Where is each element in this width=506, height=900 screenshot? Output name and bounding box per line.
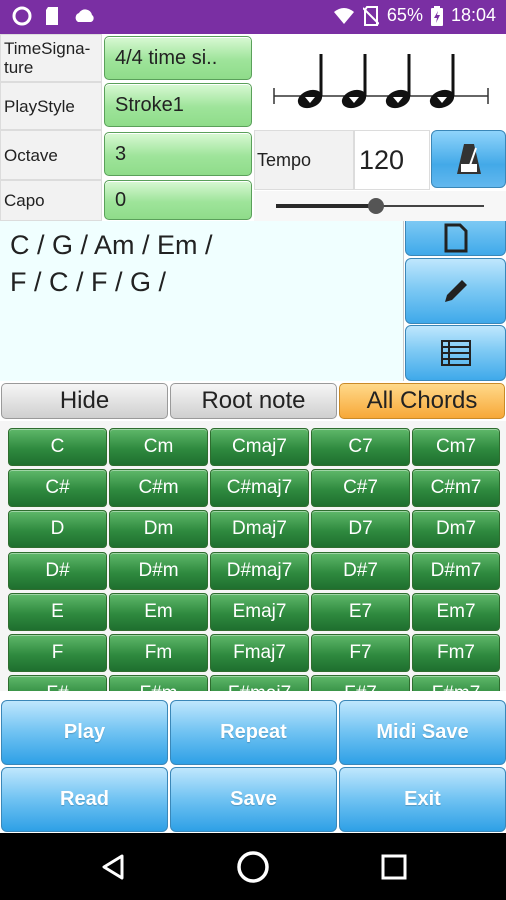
chord-button[interactable]: F#m7: [412, 675, 500, 691]
metronome-icon: [456, 144, 481, 174]
tempo-value[interactable]: 120: [354, 130, 430, 190]
tempo-slider[interactable]: [254, 191, 506, 221]
tempo-label: Tempo: [254, 130, 354, 190]
capo-label: Capo: [0, 180, 102, 221]
save-button[interactable]: Save: [170, 767, 337, 832]
chord-button[interactable]: D7: [311, 510, 410, 549]
chord-button[interactable]: F#m: [109, 675, 208, 691]
cloud-icon: [75, 9, 94, 22]
recents-icon[interactable]: [381, 854, 407, 880]
midi-save-button[interactable]: Midi Save: [339, 700, 506, 765]
chord-button[interactable]: F#: [8, 675, 107, 691]
repeat-button[interactable]: Repeat: [170, 700, 337, 765]
play-button[interactable]: Play: [1, 700, 168, 765]
list-grid-icon: [440, 340, 471, 366]
chord-button[interactable]: Fmaj7: [210, 634, 309, 672]
back-icon[interactable]: [100, 853, 126, 881]
chord-button[interactable]: E: [8, 592, 107, 631]
exit-button[interactable]: Exit: [339, 767, 506, 832]
sd-card-icon: [46, 7, 58, 25]
battery-percent: 65%: [386, 5, 423, 25]
chord-button[interactable]: D: [8, 510, 107, 549]
chord-button[interactable]: C#: [8, 469, 107, 508]
time-signature-label: TimeSigna- ture: [0, 34, 102, 82]
chord-button[interactable]: Dmaj7: [210, 510, 309, 549]
chord-button[interactable]: Em7: [412, 592, 500, 631]
read-button[interactable]: Read: [1, 767, 168, 832]
chord-button[interactable]: C: [8, 428, 107, 466]
chord-button[interactable]: F7: [311, 634, 410, 672]
no-sim-icon: [362, 5, 379, 26]
chord-button[interactable]: Emaj7: [210, 592, 309, 631]
all-chords-toggle[interactable]: All Chords: [339, 383, 505, 419]
rhythm-preview: [254, 36, 506, 128]
chord-button[interactable]: D#m: [109, 551, 208, 590]
chord-button[interactable]: C#m7: [412, 469, 500, 508]
octave-label: Octave: [0, 130, 102, 180]
chord-button[interactable]: F#maj7: [210, 675, 309, 691]
chord-button[interactable]: D#m7: [412, 551, 500, 590]
octave-button[interactable]: 3: [104, 132, 252, 176]
time-signature-button[interactable]: 4/4 time si..: [104, 36, 252, 80]
slider-fill: [276, 204, 376, 208]
chord-button[interactable]: Fm7: [412, 634, 500, 672]
chord-button[interactable]: D#7: [311, 551, 410, 590]
root-note-toggle[interactable]: Root note: [170, 383, 337, 419]
chord-button[interactable]: D#maj7: [210, 551, 309, 590]
chord-button[interactable]: C7: [311, 428, 410, 466]
battery-charging-icon: [430, 5, 443, 26]
metronome-button[interactable]: [431, 130, 506, 188]
clock: 18:04: [450, 5, 496, 25]
pencil-icon: [444, 280, 467, 302]
play-style-button[interactable]: Stroke1: [104, 83, 252, 127]
slider-thumb[interactable]: [367, 198, 384, 214]
chord-grid: C Cm Cmaj7 C7 Cm7 C# C#m C#maj7 C#7 C#m7 D Dm Dmaj7 D…: [0, 421, 506, 691]
wifi-icon: [333, 7, 354, 24]
chord-progression-text[interactable]: C / G / Am / Em / F / C / F / G /: [0, 221, 404, 381]
chord-button[interactable]: Dm: [109, 510, 208, 549]
chord-button[interactable]: F: [8, 634, 107, 672]
circle-notification-icon: [12, 6, 32, 26]
file-icon: [444, 223, 467, 253]
chord-button[interactable]: Fm: [109, 634, 208, 672]
chord-button[interactable]: Cmaj7: [210, 428, 309, 466]
edit-button[interactable]: [405, 258, 506, 324]
chord-button[interactable]: Dm7: [412, 510, 500, 549]
chord-button[interactable]: Em: [109, 592, 208, 631]
chord-button[interactable]: E7: [311, 592, 410, 631]
chord-button[interactable]: D#: [8, 551, 107, 590]
capo-button[interactable]: 0: [104, 180, 252, 220]
navigation-bar: [0, 833, 506, 900]
play-style-label: PlayStyle: [0, 82, 102, 130]
chord-button[interactable]: F#7: [311, 675, 410, 691]
quarter-notes-icon: [273, 54, 489, 109]
list-button[interactable]: [405, 325, 506, 381]
home-icon[interactable]: [236, 850, 270, 884]
chord-button[interactable]: Cm: [109, 428, 208, 466]
chord-button[interactable]: C#7: [311, 469, 410, 508]
hide-toggle[interactable]: Hide: [1, 383, 168, 419]
status-right: 65% 18:04: [333, 5, 496, 26]
chord-button[interactable]: C#m: [109, 469, 208, 508]
status-left-icons: [12, 6, 96, 26]
chord-button[interactable]: C#maj7: [210, 469, 309, 508]
status-bar: 65% 18:04: [0, 0, 506, 34]
chord-button[interactable]: Cm7: [412, 428, 500, 466]
